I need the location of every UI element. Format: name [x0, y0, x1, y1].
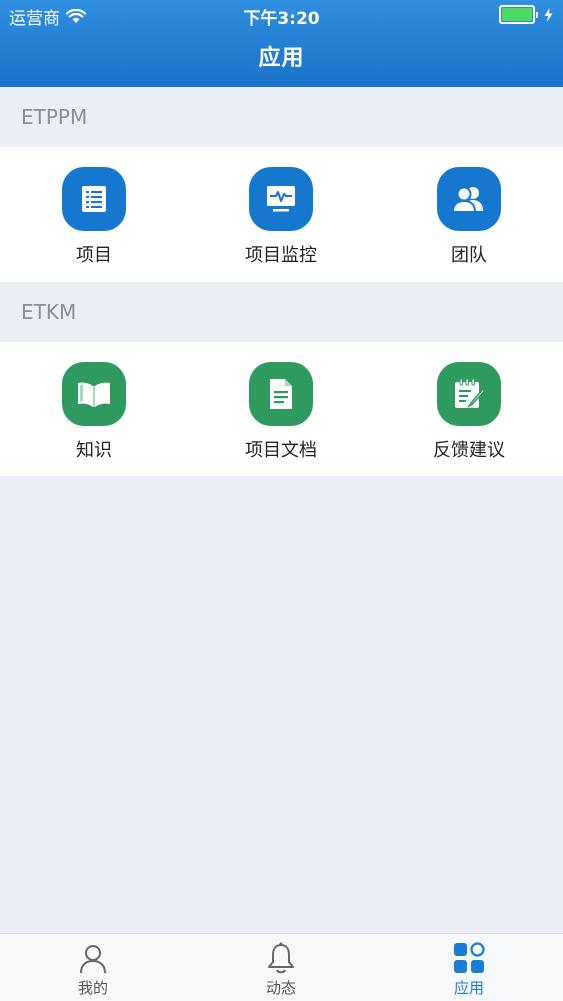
tab-bar: 我的 动态 应用	[0, 933, 563, 1001]
apps-grid-icon	[454, 942, 485, 973]
page-title: 应用	[258, 46, 305, 71]
app-project-monitor[interactable]: 项目监控	[221, 167, 341, 267]
tab-label: 我的	[77, 979, 108, 997]
tab-apps[interactable]: 应用	[409, 934, 529, 1001]
team-icon	[437, 167, 501, 231]
bell-icon	[268, 942, 294, 974]
app-label: 知识	[76, 440, 112, 461]
status-bar: 运营商 下午3:20	[0, 0, 563, 30]
monitor-pulse-icon	[249, 167, 313, 231]
app-project-docs[interactable]: 项目文档	[221, 362, 341, 462]
app-label: 团队	[451, 245, 487, 266]
app-knowledge[interactable]: 知识	[34, 362, 154, 462]
app-label: 反馈建议	[433, 440, 505, 461]
tab-activity[interactable]: 动态	[221, 934, 341, 1001]
app-feedback[interactable]: 反馈建议	[409, 362, 529, 462]
app-label: 项目监控	[245, 245, 317, 266]
app-label: 项目文档	[245, 440, 317, 461]
battery-icon	[499, 5, 535, 24]
person-icon	[80, 945, 106, 974]
section-label-etppm: ETPPM	[21, 105, 88, 129]
section-panel-etppm: 项目 项目监控 团队	[0, 147, 563, 282]
app-project[interactable]: 项目	[34, 167, 154, 267]
battery-indicator	[499, 5, 553, 24]
top-bar: 运营商 下午3:20 应用	[0, 0, 563, 87]
tab-label: 应用	[453, 979, 484, 997]
section-label-etkm: ETKM	[21, 300, 77, 324]
document-list-icon	[62, 167, 126, 231]
tab-mine[interactable]: 我的	[33, 934, 153, 1001]
app-team[interactable]: 团队	[409, 167, 529, 267]
charging-bolt-icon	[544, 7, 553, 22]
status-time: 下午3:20	[243, 9, 320, 29]
feedback-note-icon	[437, 362, 501, 426]
open-book-icon	[62, 362, 126, 426]
document-icon	[249, 362, 313, 426]
app-label: 项目	[76, 245, 112, 266]
section-panel-etkm: 知识 项目文档 反馈建议	[0, 342, 563, 476]
tab-label: 动态	[265, 979, 296, 997]
